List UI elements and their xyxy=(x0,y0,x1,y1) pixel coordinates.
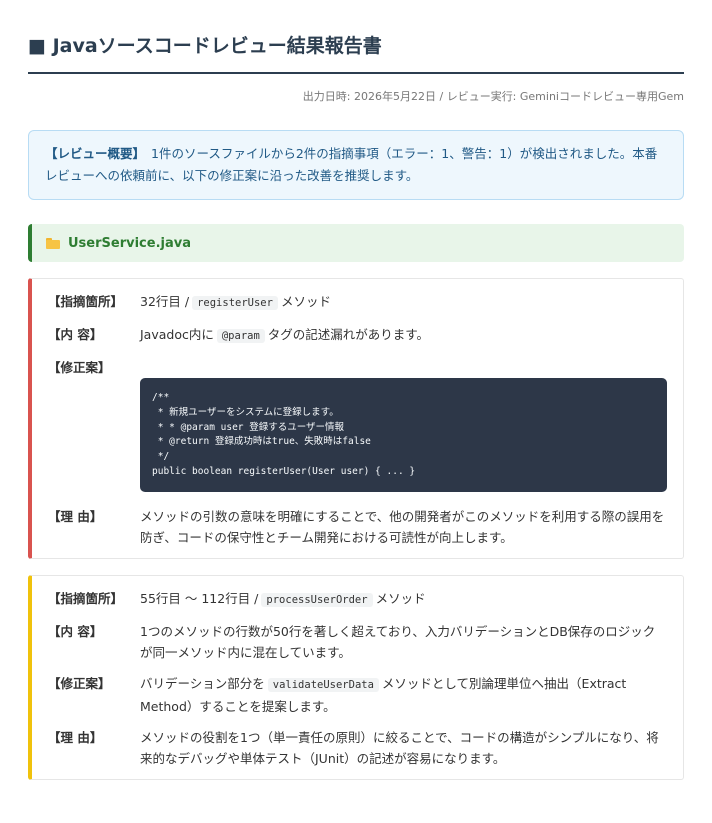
reason-value: メソッドの役割を1つ（単一責任の原則）に絞ることで、コードの構造がシンプルになり… xyxy=(140,729,659,766)
file-header: UserService.java xyxy=(28,224,684,262)
issue-card-error: 【指摘箇所】 32行目 / registerUser メソッド 【内 容】 Java… xyxy=(28,278,684,559)
location-suffix: メソッド xyxy=(280,294,331,309)
title-divider xyxy=(28,72,684,74)
issue-fix-row: 【修正案】 /** * 新規ユーザーをシステムに登録します。 * * @para… xyxy=(48,357,667,492)
fix-prefix: バリデーション部分を xyxy=(140,675,265,691)
location-value: 32行目 / registerUser メソッド xyxy=(140,291,667,314)
param-tag-code: @param xyxy=(216,329,265,343)
issue-fix-row: 【修正案】 バリデーション部分を validateUserData メソッドとして別… xyxy=(48,673,667,717)
issue-content-row: 【内 容】 1つのメソッドの行数が50行を著しく超えており、入力バリデーションと… xyxy=(48,621,667,663)
issue-location-row: 【指摘箇所】 55行目 〜 112行目 / processUserOrder メソッ… xyxy=(48,588,667,611)
location-suffix: メソッド xyxy=(375,590,426,606)
content-label: 【内 容】 xyxy=(48,623,103,639)
review-summary: 【レビュー概要】 1件のソースファイルから2件の指摘事項（エラー：1、警告：1）が… xyxy=(28,130,684,200)
issue-reason-row: 【理 由】 メソッドの引数の意味を明確にすることで、他の開発者がこのメソッドを利… xyxy=(48,506,667,548)
content-suffix: タグの記述漏れがあります。 xyxy=(267,327,430,342)
issue-location-row: 【指摘箇所】 32行目 / registerUser メソッド xyxy=(48,291,667,314)
content-prefix: Javadoc内に xyxy=(140,327,214,342)
issue-content-row: 【内 容】 Javadoc内に @param タグの記述漏れがあります。 xyxy=(48,324,667,347)
location-prefix: 55行目 〜 112行目 / xyxy=(140,590,259,606)
reason-value: メソッドの引数の意味を明確にすることで、他の開発者がこのメソッドを利用する際の誤… xyxy=(140,508,665,545)
fix-label: 【修正案】 xyxy=(48,360,111,375)
location-prefix: 32行目 / xyxy=(140,294,190,309)
fix-code-block: /** * 新規ユーザーをシステムに登録します。 * * @param user… xyxy=(140,378,667,492)
content-value: 1つのメソッドの行数が50行を著しく超えており、入力バリデーションとDB保存のロ… xyxy=(140,623,656,660)
content-value: Javadoc内に @param タグの記述漏れがあります。 xyxy=(140,324,667,347)
extract-method-code: validateUserData xyxy=(267,677,379,692)
file-name: UserService.java xyxy=(68,235,191,251)
fix-value: バリデーション部分を validateUserData メソッドとして別論理単位へ抽… xyxy=(140,673,667,717)
content-label: 【内 容】 xyxy=(48,327,103,342)
report-meta: 出力日時: 2026年5月22日 / レビュー実行: Geminiコードレビュー… xyxy=(302,90,684,103)
reason-label: 【理 由】 xyxy=(48,729,103,745)
method-name-code: registerUser xyxy=(192,296,278,310)
location-value: 55行目 〜 112行目 / processUserOrder メソッド xyxy=(140,588,667,611)
fix-label: 【修正案】 xyxy=(48,675,111,691)
location-label: 【指摘箇所】 xyxy=(48,590,124,606)
location-label: 【指摘箇所】 xyxy=(48,294,124,309)
page-title: ■ Javaソースコードレビュー結果報告書 xyxy=(28,35,382,57)
folder-icon xyxy=(46,237,60,249)
method-name-code: processUserOrder xyxy=(261,592,373,607)
fix-value: /** * 新規ユーザーをシステムに登録します。 * * @param user… xyxy=(140,357,667,492)
issue-reason-row: 【理 由】 メソッドの役割を1つ（単一責任の原則）に絞ることで、コードの構造がシ… xyxy=(48,727,667,769)
reason-label: 【理 由】 xyxy=(48,508,103,524)
summary-lead: 【レビュー概要】 xyxy=(45,146,146,161)
issue-card-warning: 【指摘箇所】 55行目 〜 112行目 / processUserOrder メソッ… xyxy=(28,574,684,780)
